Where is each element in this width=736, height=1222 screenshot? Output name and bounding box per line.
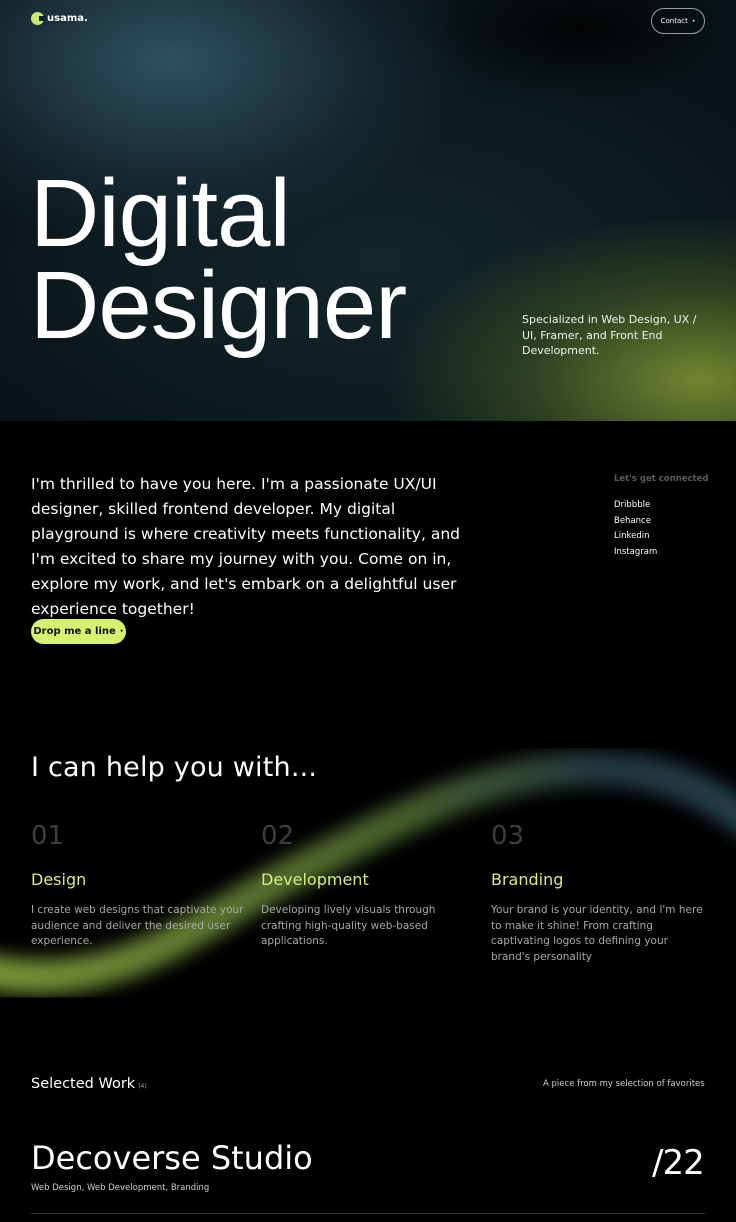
selected-work-heading: Selected Work (4) <box>31 1076 147 1092</box>
logo[interactable]: usama. <box>31 12 88 25</box>
intro-text: I'm thrilled to have you here. I'm a pas… <box>31 475 460 618</box>
social-link-instagram[interactable]: Instagram <box>614 545 657 561</box>
service-card-branding: 03 Branding Your brand is your identity,… <box>491 820 706 966</box>
service-description: I create web designs that captivate your… <box>31 904 244 948</box>
service-number: 01 <box>31 821 65 851</box>
dot-icon: • <box>119 628 124 635</box>
service-card-design: 01 Design I create web designs that capt… <box>31 820 246 950</box>
hero-title-line-2: Designer <box>30 252 407 359</box>
service-number: 03 <box>491 821 525 851</box>
selected-work-count: (4) <box>138 1083 147 1090</box>
service-description: Your brand is your identity, and I'm her… <box>491 904 703 964</box>
service-number: 02 <box>261 821 295 851</box>
hero-subtitle: Specialized in Web Design, UX / UI, Fram… <box>522 313 697 357</box>
project-title[interactable]: Decoverse Studio <box>31 1139 313 1177</box>
divider <box>31 1213 705 1214</box>
social-link-behance[interactable]: Behance <box>614 514 657 530</box>
service-name: Development <box>261 870 369 889</box>
hero-section: usama. Contact • Digital Designer Specia… <box>0 0 736 421</box>
social-link-linkedin[interactable]: Linkedin <box>614 529 657 545</box>
cta-label: Drop me a line <box>33 626 116 637</box>
social-link-dribbble[interactable]: Dribbble <box>614 498 657 514</box>
logo-text: usama. <box>47 13 88 24</box>
services-title: I can help you with... <box>31 752 318 783</box>
selected-work-note: A piece from my selection of favorites <box>543 1079 705 1089</box>
service-name: Design <box>31 870 87 889</box>
service-name: Branding <box>491 870 564 889</box>
connect-heading: Let's get connected <box>614 474 709 484</box>
service-description: Developing lively visuals through crafti… <box>261 904 436 948</box>
contact-button-label: Contact <box>660 17 688 25</box>
project-tags: Web Design, Web Development, Branding <box>31 1183 210 1193</box>
logo-mark-icon <box>31 12 45 25</box>
project-number: /22 <box>652 1143 705 1183</box>
contact-button[interactable]: Contact • <box>651 8 705 34</box>
selected-work-label: Selected Work <box>31 1076 136 1092</box>
drop-me-a-line-button[interactable]: Drop me a line • <box>31 619 126 644</box>
hero-title: Digital Designer <box>30 160 407 359</box>
service-card-development: 02 Development Developing lively visuals… <box>261 820 476 950</box>
hero-title-line-1: Digital <box>30 160 291 267</box>
dot-icon: • <box>691 17 696 25</box>
social-links: Dribbble Behance Linkedin Instagram <box>614 498 657 561</box>
